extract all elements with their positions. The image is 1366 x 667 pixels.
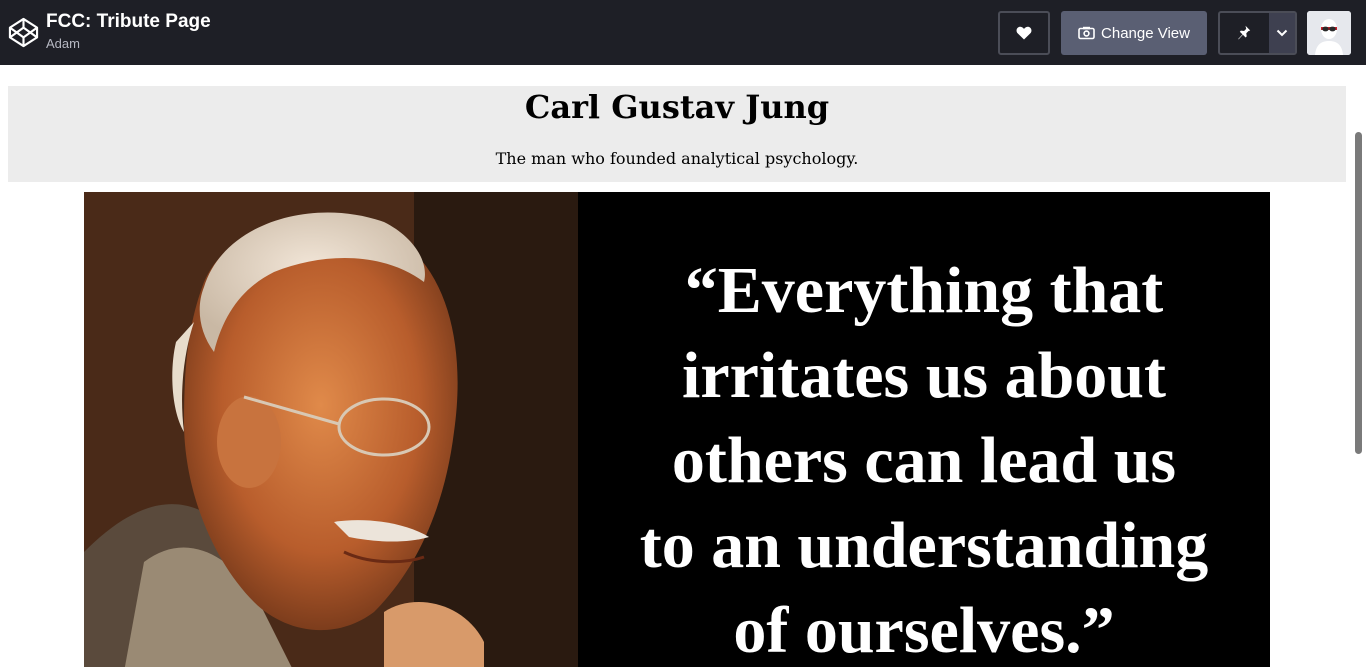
camera-view-icon (1078, 26, 1095, 40)
quote-line: of ourselves.” (733, 593, 1115, 667)
tribute-subtitle: The man who founded analytical psycholog… (495, 149, 859, 168)
pin-dropdown-button[interactable] (1268, 13, 1295, 53)
quote-panel: “Everything that irritates us about othe… (578, 192, 1270, 667)
jung-portrait (84, 192, 578, 667)
pin-icon (1238, 25, 1251, 40)
quote-line: irritates us about (682, 338, 1166, 412)
tribute-header: Carl Gustav Jung The man who founded ana… (8, 86, 1346, 182)
change-view-button[interactable]: Change View (1061, 11, 1207, 55)
preview-frame: Carl Gustav Jung The man who founded ana… (0, 65, 1366, 667)
pen-title-block: FCC: Tribute Page Adam (46, 10, 211, 52)
quote-line: “Everything that (684, 253, 1164, 327)
pen-title[interactable]: FCC: Tribute Page (46, 10, 211, 34)
jung-quote: “Everything that irritates us about othe… (594, 248, 1254, 667)
like-button[interactable] (998, 11, 1050, 55)
user-avatar[interactable] (1307, 11, 1351, 55)
quote-line: to an understanding (639, 508, 1209, 582)
chevron-down-icon (1276, 29, 1288, 37)
codepen-logo-icon[interactable] (8, 17, 39, 48)
codepen-header: FCC: Tribute Page Adam Change View (0, 0, 1366, 65)
heart-icon (1016, 26, 1032, 40)
change-view-label: Change View (1101, 24, 1190, 42)
portrait-illustration (84, 192, 578, 667)
quote-line: others can lead us (671, 423, 1177, 497)
pin-button[interactable] (1220, 13, 1269, 53)
tribute-title: Carl Gustav Jung (524, 88, 830, 126)
tribute-image: “Everything that irritates us about othe… (84, 192, 1270, 667)
pin-button-group (1218, 11, 1297, 55)
avatar-image (1307, 11, 1351, 55)
scrollbar-thumb[interactable] (1355, 132, 1362, 454)
pen-author[interactable]: Adam (46, 36, 211, 52)
